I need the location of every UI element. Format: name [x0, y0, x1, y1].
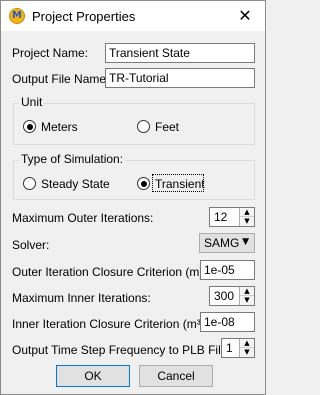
spin-arrows: ▲ ▼: [239, 208, 254, 226]
steady-state-label[interactable]: Steady State: [41, 177, 110, 191]
app-logo-letter: M: [12, 10, 22, 21]
app-logo-icon: M: [9, 8, 25, 24]
outer-closure-label: Outer Iteration Closure Criterion (m):: [12, 265, 207, 279]
ok-button[interactable]: OK: [56, 365, 130, 387]
project-properties-dialog: M Project Properties ✕ Project Name: Tra…: [0, 0, 266, 395]
unit-meters-radio[interactable]: [23, 120, 36, 133]
max-inner-iterations-value[interactable]: 300: [214, 289, 234, 303]
spin-up-icon[interactable]: ▲: [240, 287, 254, 296]
max-outer-iterations-label: Maximum Outer Iterations:: [12, 211, 154, 225]
max-inner-iterations-label: Maximum Inner Iterations:: [12, 291, 151, 305]
project-name-input[interactable]: Transient State: [105, 43, 255, 63]
cancel-button[interactable]: Cancel: [139, 365, 213, 387]
steady-state-radio[interactable]: [23, 177, 36, 190]
plb-frequency-spinbox[interactable]: 1 ▲ ▼: [221, 338, 255, 358]
spin-arrows: ▲ ▼: [239, 287, 254, 305]
spin-arrows: ▲ ▼: [239, 339, 254, 357]
outer-closure-input[interactable]: 1e-05: [200, 260, 255, 280]
unit-meters-label[interactable]: Meters: [41, 120, 78, 134]
unit-feet-label[interactable]: Feet: [155, 120, 179, 134]
plb-frequency-value[interactable]: 1: [226, 341, 233, 355]
title-bar: M Project Properties ✕: [1, 1, 265, 31]
spin-down-icon[interactable]: ▼: [240, 348, 254, 357]
spin-down-icon[interactable]: ▼: [240, 217, 254, 226]
output-file-name-input[interactable]: TR-Tutorial: [105, 68, 255, 88]
inner-closure-label: Inner Iteration Closure Criterion (m³):: [12, 317, 209, 331]
transient-radio[interactable]: [137, 177, 150, 190]
transient-label[interactable]: Transient: [155, 177, 205, 191]
simulation-type-title: Type of Simulation:: [19, 152, 126, 166]
solver-dropdown[interactable]: SAMG ▼: [199, 233, 255, 253]
project-name-label: Project Name:: [12, 46, 89, 60]
solver-value[interactable]: SAMG: [204, 236, 239, 250]
max-outer-iterations-spinbox[interactable]: 12 ▲ ▼: [209, 207, 255, 227]
spin-up-icon[interactable]: ▲: [240, 339, 254, 348]
spin-down-icon[interactable]: ▼: [240, 296, 254, 305]
max-outer-iterations-value[interactable]: 12: [214, 210, 227, 224]
inner-closure-input[interactable]: 1e-08: [200, 312, 255, 332]
close-icon[interactable]: ✕: [225, 1, 265, 31]
plb-frequency-label: Output Time Step Frequency to PLB File:: [12, 343, 231, 357]
output-file-name-label: Output File Name:: [12, 72, 110, 86]
solver-label: Solver:: [12, 238, 50, 252]
spin-up-icon[interactable]: ▲: [240, 208, 254, 217]
max-inner-iterations-spinbox[interactable]: 300 ▲ ▼: [209, 286, 255, 306]
chevron-down-icon[interactable]: ▼: [242, 237, 249, 247]
window-title: Project Properties: [32, 9, 136, 24]
unit-group-title: Unit: [19, 95, 45, 109]
unit-feet-radio[interactable]: [137, 120, 150, 133]
